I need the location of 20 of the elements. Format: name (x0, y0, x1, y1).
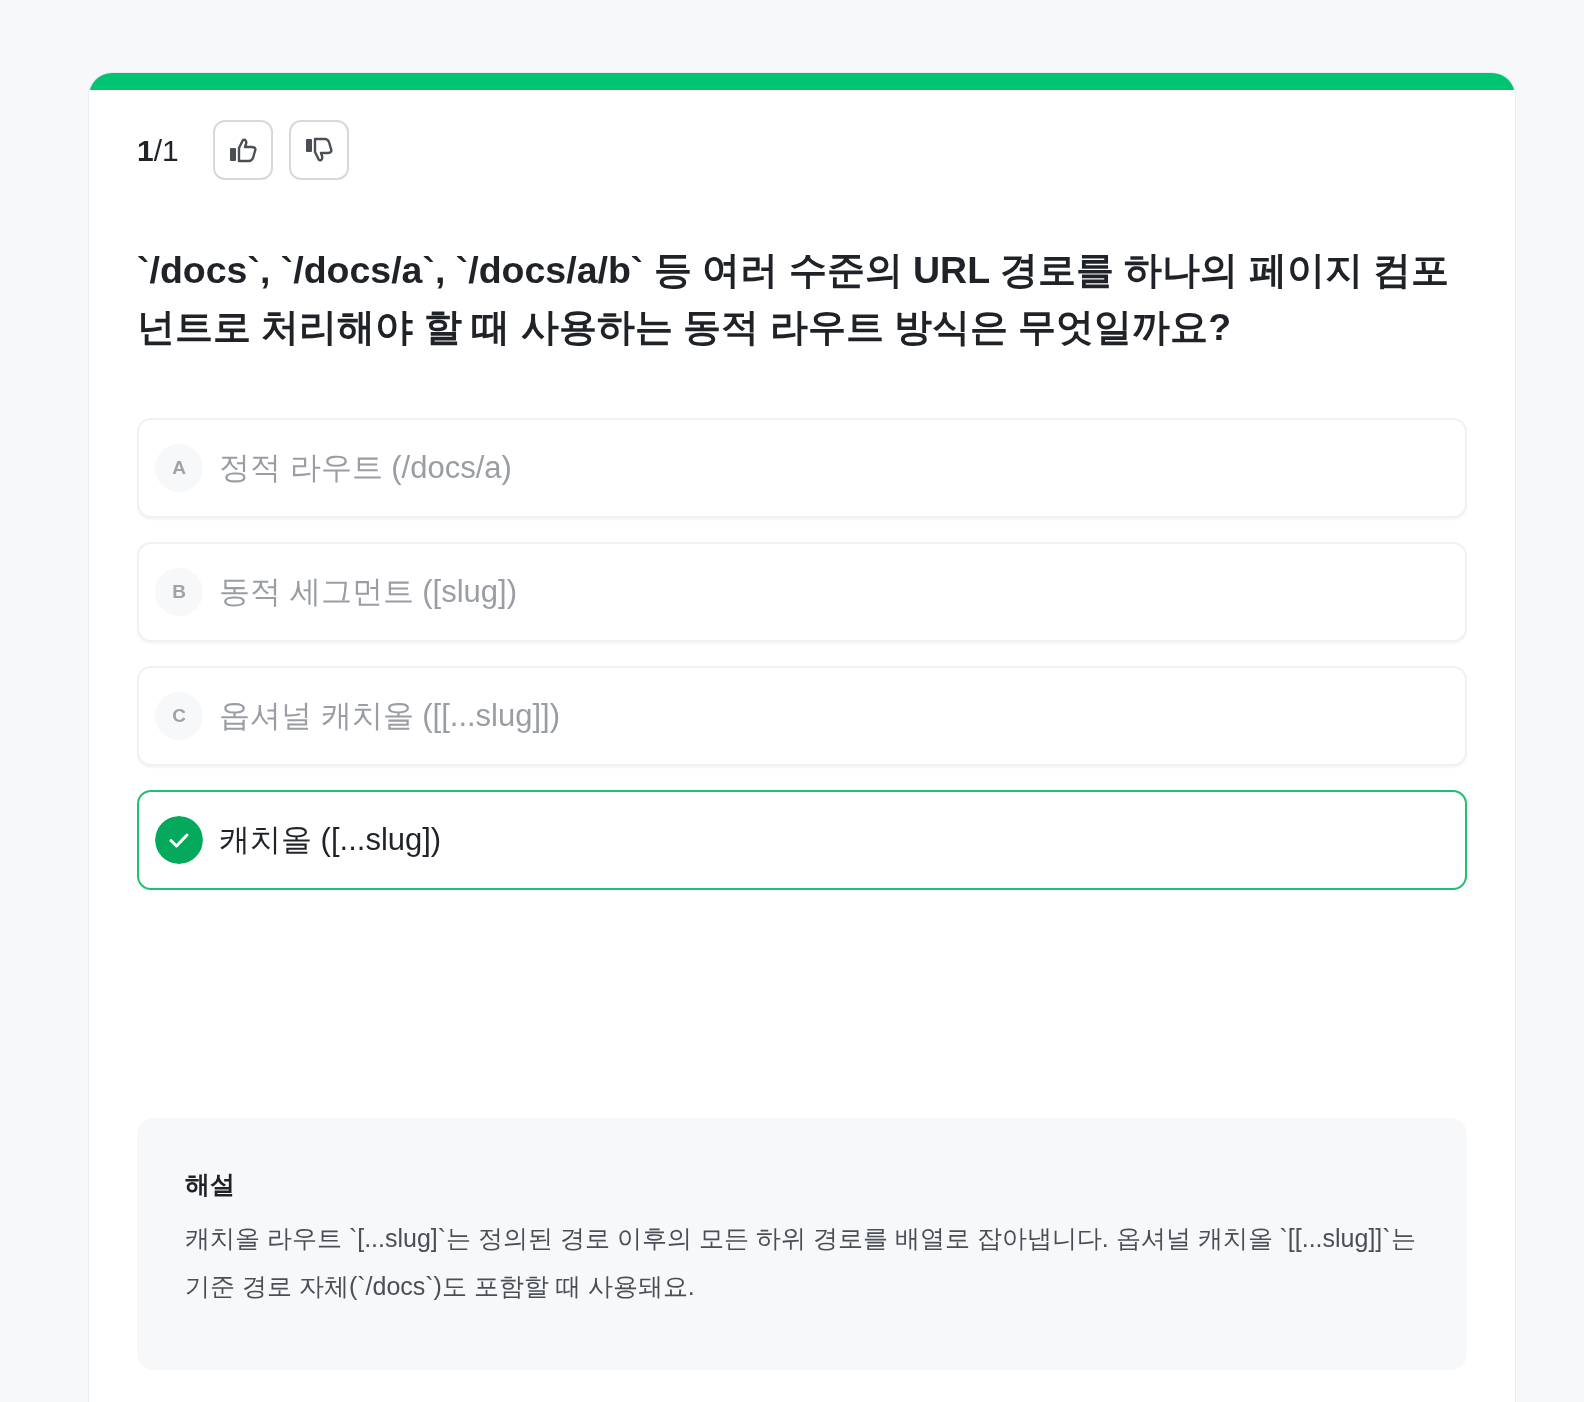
option-text: 옵셔널 캐치올 ([[...slug]]) (219, 696, 561, 735)
thumbs-up-icon (228, 137, 257, 163)
dislike-button[interactable] (288, 120, 349, 180)
option-letter: B (155, 568, 203, 616)
option-letter: A (155, 444, 203, 492)
answer-option[interactable]: B 동적 세그먼트 ([slug]) (137, 542, 1467, 642)
answer-option[interactable]: C 옵셔널 캐치올 ([[...slug]]) (137, 666, 1467, 766)
explanation-text: 캐치올 라우트 `[...slug]`는 정의된 경로 이후의 모든 하위 경로를 배열로 잡아냅니다. 옵셔널 캐치올 `[[...slug]]`는 기준 경로 자체(`/docs`)도 포함할 때 사용돼요. (185, 1222, 1417, 1302)
question-counter: 1/1 (137, 132, 179, 169)
like-button[interactable] (212, 120, 273, 180)
check-icon (155, 816, 203, 864)
answer-option[interactable]: A 정적 라우트 (/docs/a) (137, 418, 1467, 518)
answer-option[interactable]: 캐치올 ([...slug]) (137, 790, 1467, 890)
question-text: `/docs`, `/docs/a`, `/docs/a/b` 등 여러 수준의 URL 경로를 하나의 페이지 컴포넌트로 처리해야 할 때 사용하는 동적 라우트 방식은 무엇일까요? (137, 248, 1451, 350)
thumbs-down-icon (304, 137, 333, 163)
option-letter: C (155, 692, 203, 740)
explanation-title: 해설 (185, 1169, 236, 1200)
option-text: 동적 세그먼트 ([slug]) (219, 572, 517, 611)
option-text: 캐치올 ([...slug]) (219, 820, 442, 859)
option-text: 정적 라우트 (/docs/a) (219, 448, 512, 487)
